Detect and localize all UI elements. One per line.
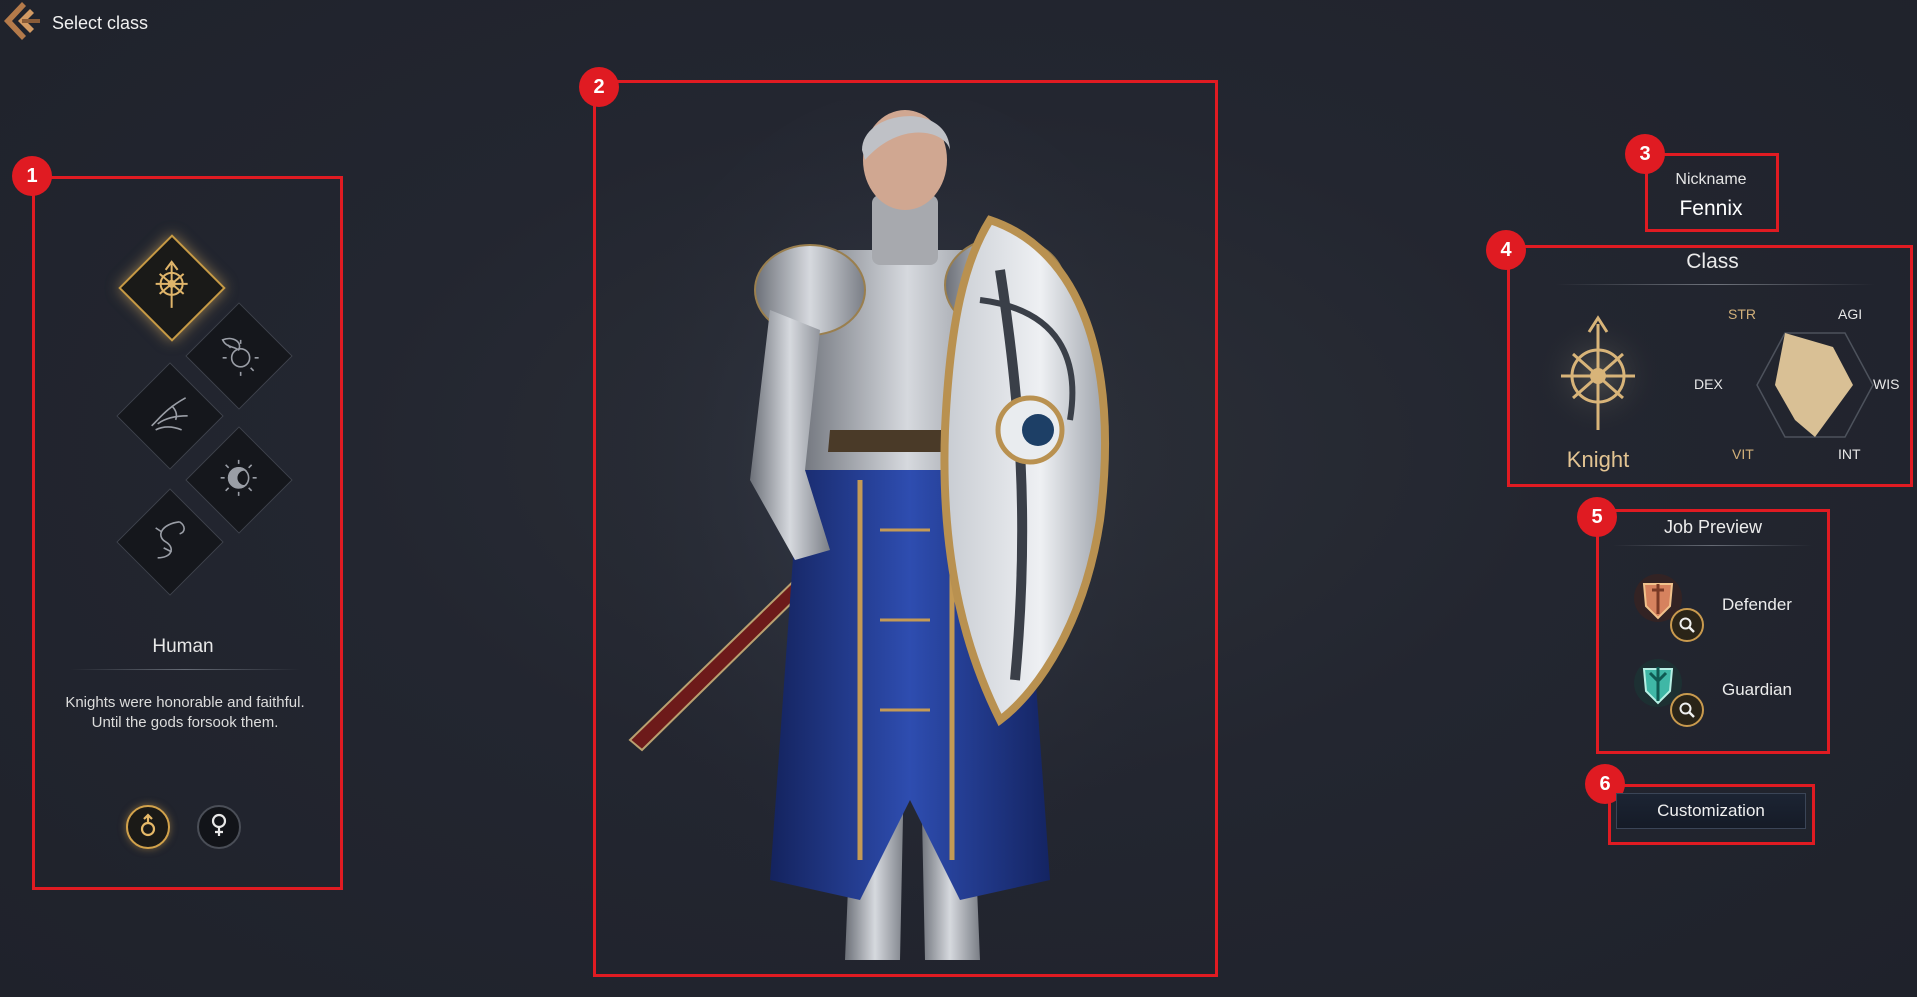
annotation-marker-1: 1 (12, 156, 52, 196)
magnifier-icon (1670, 693, 1704, 727)
arrow-back-icon (0, 0, 44, 48)
job-defender-label: Defender (1722, 595, 1792, 614)
class-title: Class (1686, 250, 1739, 273)
race-title: Human (152, 636, 214, 657)
female-symbol-icon (206, 812, 232, 843)
customization-button[interactable]: Customization (1616, 793, 1806, 829)
race-description-line-2: Until the gods forsook them. (91, 714, 279, 731)
magnifier-icon (1670, 608, 1704, 642)
race-description-line-1: Knights were honorable and faithful. (65, 694, 305, 711)
nickname-label: Nickname (1675, 171, 1747, 188)
stat-label-str: STR (1728, 306, 1756, 322)
knight-class-emblem-icon (1533, 310, 1663, 440)
defender-icon (1630, 570, 1704, 642)
phoenix-icon (142, 386, 198, 447)
class-divider (1555, 284, 1875, 285)
stat-label-int: INT (1838, 446, 1861, 462)
stat-label-dex: DEX (1694, 376, 1723, 392)
gender-female-button[interactable] (197, 805, 241, 849)
race-description: Knights were honorable and faithful. Unt… (40, 693, 330, 733)
annotation-marker-3: 3 (1625, 134, 1665, 174)
character-preview[interactable] (600, 90, 1210, 970)
back-button[interactable]: Select class (0, 0, 1917, 46)
back-label: Select class (52, 12, 149, 33)
male-symbol-icon (135, 812, 161, 843)
job-preview-title: Job Preview (1663, 517, 1763, 537)
knight-character-illustration (605, 90, 1205, 960)
stat-radar-chart (1755, 325, 1875, 445)
dragon-sun-icon (211, 326, 267, 387)
stat-label-vit: VIT (1732, 446, 1754, 462)
job-defender[interactable]: Defender (1630, 570, 1830, 642)
moon-sun-icon (211, 450, 267, 511)
knight-crest-icon (144, 258, 200, 319)
job-preview-divider (1612, 545, 1812, 546)
class-name: Knight (1566, 447, 1630, 472)
guardian-icon (1630, 655, 1704, 727)
customization-label: Customization (1657, 801, 1765, 820)
stat-label-wis: WIS (1873, 376, 1900, 392)
job-guardian[interactable]: Guardian (1630, 655, 1830, 727)
race-divider (70, 669, 300, 670)
nickname-value[interactable]: Fennix (1646, 197, 1776, 221)
job-guardian-label: Guardian (1722, 680, 1792, 699)
serpent-icon (142, 512, 198, 573)
gender-male-button[interactable] (126, 805, 170, 849)
stat-label-agi: AGI (1838, 306, 1863, 322)
